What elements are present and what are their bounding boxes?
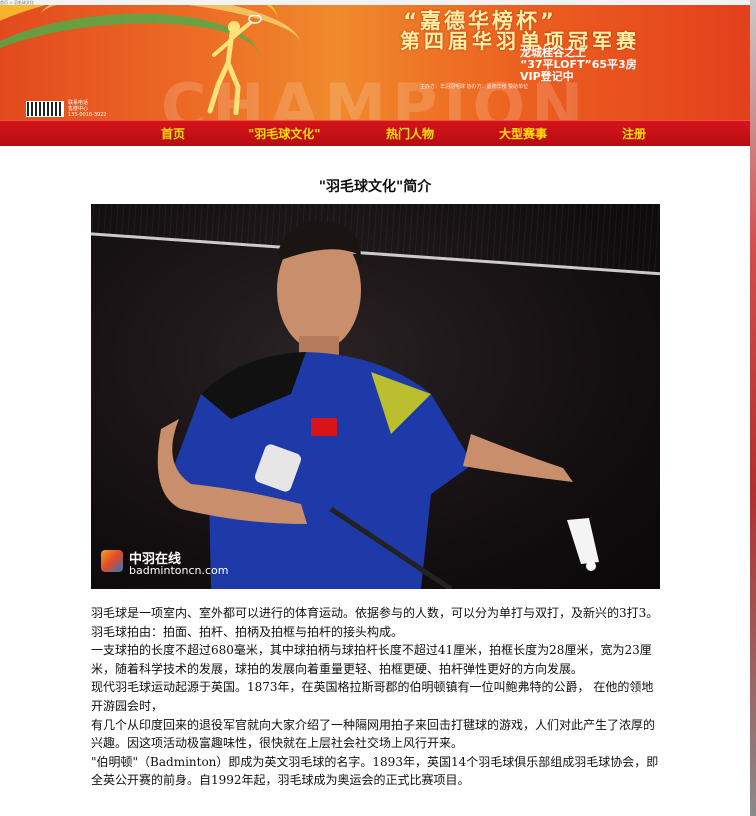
contact-phone: 135-0016-3922 (68, 112, 107, 118)
banner-sponsors: 主办方：华羽羽毛球 协办方：嘉德华榜 赞助单位 (420, 84, 529, 90)
banner-contact: 联系电话 售楼中心 135-0016-3922 (68, 100, 107, 118)
nav-major-events[interactable]: 大型赛事 (499, 125, 547, 142)
banner-promo-line3: VIP登记中 (520, 70, 574, 83)
nav-home[interactable]: 首页 (161, 125, 185, 142)
badminton-player-icon (207, 15, 262, 115)
badmintoncn-logo-icon (101, 550, 123, 572)
nav-register[interactable]: 注册 (622, 125, 646, 142)
page-edge-strip (750, 0, 756, 816)
article-paragraph: "伯明顿"（Badminton）即成为英文羽毛球的名字。1893年，英国14个羽… (91, 754, 659, 788)
article-paragraph: 羽毛球拍由：拍面、拍杆、拍柄及拍框与拍杆的接头构成。 (91, 624, 404, 639)
article-paragraph: 羽毛球是一项室内、室外都可以进行的体育运动。依据参与的人数，可以分为单打与双打，… (91, 606, 659, 620)
qr-code-icon (26, 101, 64, 117)
article-paragraph: 有几个从印度回来的退役军官就向大家介绍了一种隔网用拍子来回击打毽球的游戏，人们对… (91, 717, 656, 751)
article-photo: 中羽在线 badmintoncn.com (91, 204, 660, 589)
article-paragraph: 现代羽毛球运动起源于英国。1873年，在英国格拉斯哥郡的伯明顿镇有一位叫鲍弗特的… (91, 680, 654, 713)
article-body: 羽毛球是一项室内、室外都可以进行的体育运动。依据参与的人数，可以分为单打与双打，… (91, 604, 663, 790)
player-figure-icon (157, 220, 599, 589)
nav-popular-people[interactable]: 热门人物 (386, 125, 434, 142)
page-title: "羽毛球文化"简介 (318, 179, 432, 195)
header-banner[interactable]: CHAMPION “嘉德华榜杯” 第四届华羽单项冠军赛 龙城桂谷之上 “37平L… (0, 5, 750, 120)
main-nav: 首页 "羽毛球文化" 热门人物 大型赛事 注册 (0, 120, 750, 146)
article-paragraph: 一支球拍的长度不超过680毫米，其中球拍柄与球拍杆长度不超过41厘米，拍框长度为… (91, 643, 652, 676)
watermark-en: badmintoncn.com (129, 564, 229, 577)
nav-badminton-culture[interactable]: "羽毛球文化" (248, 125, 321, 142)
